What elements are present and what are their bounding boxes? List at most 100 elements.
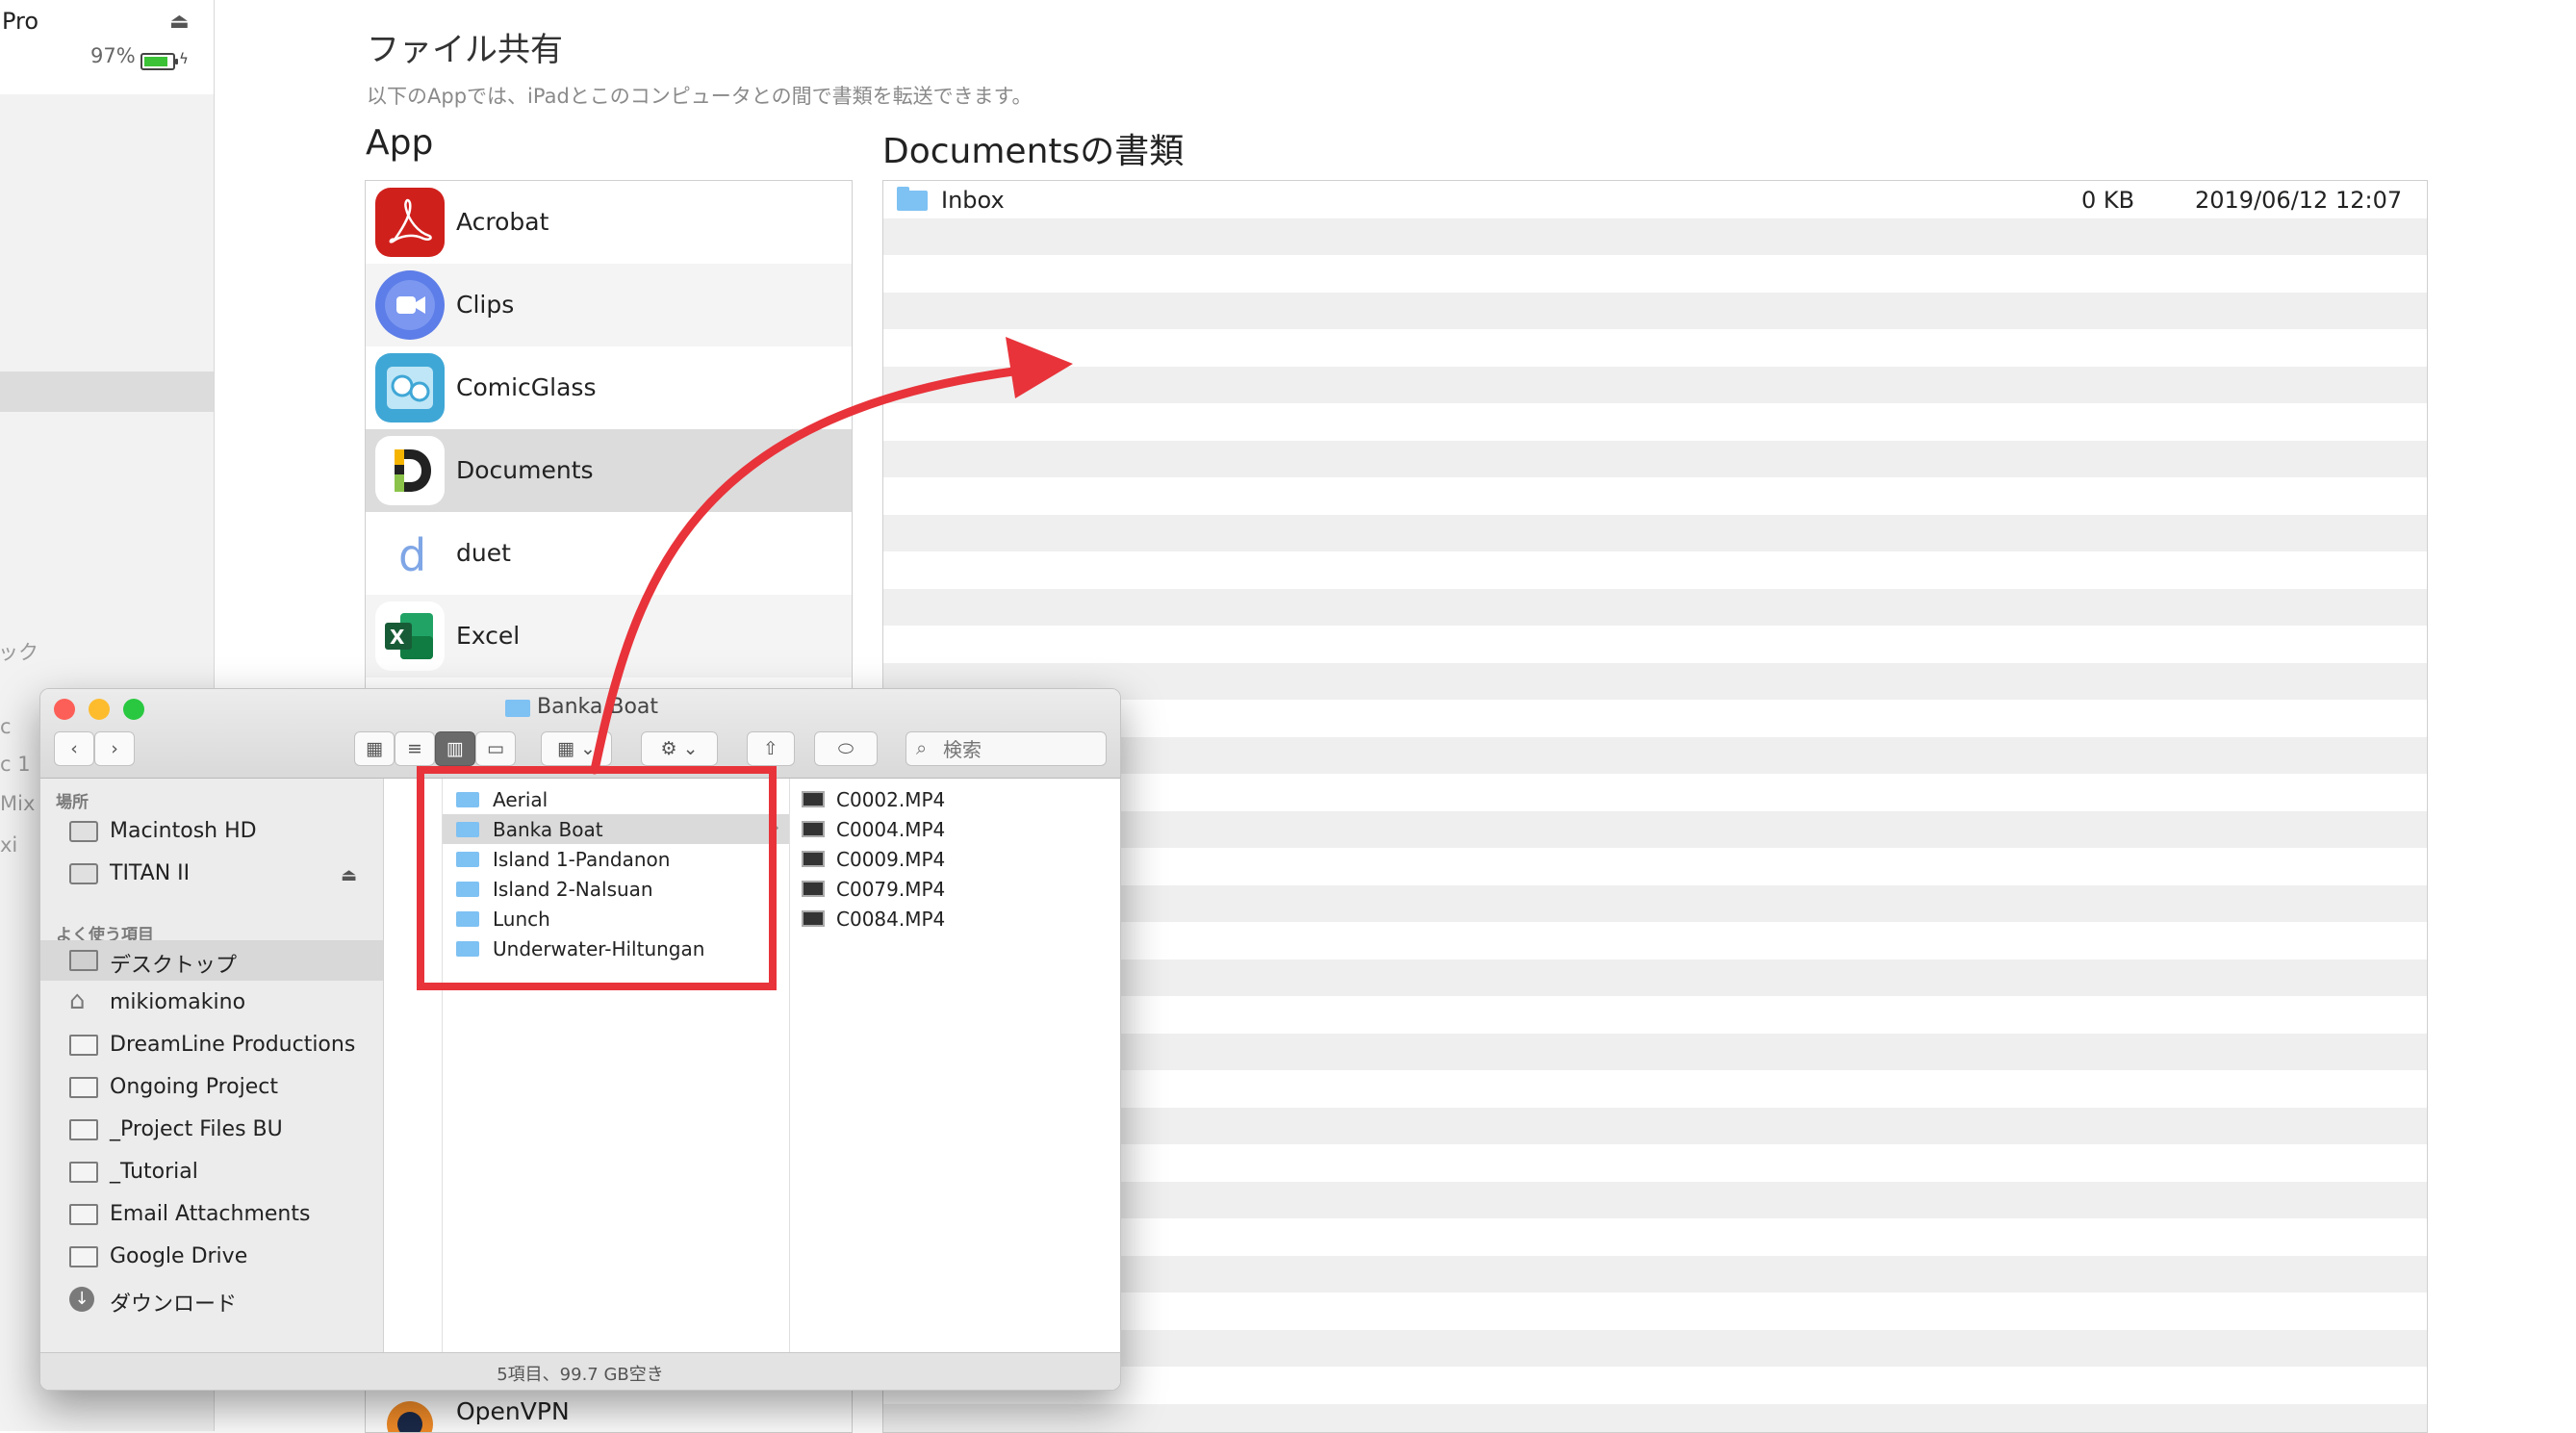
video-file-icon <box>802 791 825 807</box>
page-title: ファイル共有 <box>367 31 563 69</box>
device-name[interactable]: Pro <box>2 8 38 35</box>
file-row[interactable]: C0009.MP4 <box>790 844 1120 874</box>
list-view-button[interactable]: ≡ <box>395 731 435 766</box>
eject-icon[interactable]: ⏏ <box>341 865 357 885</box>
folder-label: Island 2-Nalsuan <box>493 878 653 901</box>
file-row[interactable]: C0079.MP4 <box>790 874 1120 904</box>
sidebar-item-ongoing-project[interactable]: Ongoing Project <box>40 1067 383 1108</box>
sidebar-item-titan-ii[interactable]: TITAN II ⏏ <box>40 854 383 894</box>
document-name: Inbox <box>941 187 1005 214</box>
comicglass-icon <box>375 353 445 422</box>
sidebar-item-label: mikiomakino <box>110 990 246 1014</box>
folder-label: Lunch <box>493 908 550 931</box>
folder-row-island-1[interactable]: Island 1-Pandanon <box>443 844 789 874</box>
file-label: C0004.MP4 <box>836 818 946 841</box>
search-input[interactable] <box>941 735 1104 764</box>
battery-percent: 97% <box>90 44 136 67</box>
sidebar-item-fragment[interactable]: ック <box>0 637 38 666</box>
gallery-view-button[interactable]: ▭ <box>475 731 516 766</box>
document-size: 0 KB <box>2081 187 2135 214</box>
eject-icon[interactable]: ⏏ <box>169 10 190 34</box>
finder-column-folders: Aerial Banka Boat › Island 1-Pandanon Is… <box>443 779 790 1352</box>
home-icon: ⌂ <box>69 986 86 1015</box>
sidebar-item-google-drive[interactable]: Google Drive <box>40 1237 383 1277</box>
folder-row-banka-boat[interactable]: Banka Boat › <box>443 814 789 844</box>
share-button[interactable]: ⇧ <box>747 731 795 766</box>
sidebar-item-macintosh-hd[interactable]: Macintosh HD <box>40 811 383 852</box>
file-row[interactable]: C0084.MP4 <box>790 904 1120 934</box>
openvpn-icon <box>375 1390 445 1432</box>
document-date: 2019/06/12 12:07 <box>2195 187 2403 214</box>
sidebar-item-fragment[interactable]: Mix <box>0 792 35 815</box>
folder-icon <box>456 822 479 837</box>
file-label: C0079.MP4 <box>836 878 946 901</box>
sidebar-item-downloads[interactable]: ↓ ダウンロード <box>40 1279 383 1319</box>
app-row-comicglass[interactable]: ComicGlass <box>366 346 852 429</box>
app-label: Documents <box>456 456 594 484</box>
chevron-right-icon: › <box>773 818 779 836</box>
sidebar-item-desktop[interactable]: デスクトップ <box>40 940 383 981</box>
action-button[interactable]: ⚙ ⌄ <box>641 731 718 766</box>
folder-icon <box>505 700 530 717</box>
sidebar-item-label: _Tutorial <box>110 1160 198 1184</box>
acrobat-icon <box>375 188 445 257</box>
tag-button[interactable]: ⬭ <box>814 731 878 766</box>
file-row[interactable]: C0002.MP4 <box>790 784 1120 814</box>
sidebar-item-label: デスクトップ <box>110 954 238 978</box>
excel-icon: X <box>375 601 445 671</box>
folder-icon <box>69 1162 98 1183</box>
icon-view-button[interactable]: ▦ <box>354 731 395 766</box>
duet-icon: d <box>375 519 445 588</box>
sidebar-item-fragment[interactable]: c <box>0 715 12 738</box>
clips-icon <box>375 270 445 340</box>
sidebar-item-email-attachments[interactable]: Email Attachments <box>40 1194 383 1235</box>
close-button[interactable] <box>54 699 75 720</box>
finder-sidebar: 場所 Macintosh HD TITAN II ⏏ よく使う項目 デスクトップ… <box>40 779 384 1352</box>
battery-icon <box>140 53 178 70</box>
forward-button[interactable]: › <box>94 731 135 766</box>
column-view-button[interactable]: ▥ <box>435 731 475 766</box>
app-row-excel[interactable]: X Excel <box>366 595 852 678</box>
search-icon: ⌕ <box>916 736 928 759</box>
back-button[interactable]: ‹ <box>54 731 94 766</box>
video-file-icon <box>802 910 825 927</box>
app-row-clips[interactable]: Clips <box>366 264 852 346</box>
file-row[interactable]: C0004.MP4 <box>790 814 1120 844</box>
sidebar-item-fragment[interactable]: c 1 <box>0 753 31 776</box>
document-row[interactable]: Inbox 0 KB 2019/06/12 12:07 <box>883 181 2427 218</box>
finder-toolbar: Banka Boat ‹ › ▦ ≡ ▥ ▭ ▦ ⌄ ⚙ ⌄ ⇧ ⬭ ⌕ <box>40 689 1120 779</box>
file-label: C0084.MP4 <box>836 908 946 931</box>
folder-label: Banka Boat <box>493 818 603 841</box>
search-field[interactable]: ⌕ <box>905 731 1107 766</box>
sidebar-item-label: Email Attachments <box>110 1202 311 1226</box>
sidebar-selected-item[interactable] <box>0 371 214 412</box>
finder-column-parent[interactable] <box>384 779 443 1352</box>
finder-window: Banka Boat ‹ › ▦ ≡ ▥ ▭ ▦ ⌄ ⚙ ⌄ ⇧ ⬭ ⌕ 場所 … <box>39 688 1121 1391</box>
window-title: Banka Boat <box>537 695 659 719</box>
sidebar-item-label: DreamLine Productions <box>110 1033 356 1057</box>
sidebar-item-tutorial[interactable]: _Tutorial <box>40 1152 383 1192</box>
folder-row-underwater[interactable]: Underwater-Hiltungan <box>443 934 789 963</box>
folder-row-lunch[interactable]: Lunch <box>443 904 789 934</box>
folder-row-island-2[interactable]: Island 2-Nalsuan <box>443 874 789 904</box>
folder-row-aerial[interactable]: Aerial <box>443 784 789 814</box>
sidebar-item-label: Ongoing Project <box>110 1075 278 1099</box>
app-row-acrobat[interactable]: Acrobat <box>366 181 852 264</box>
app-label: Clips <box>456 291 515 319</box>
app-row-documents[interactable]: Documents <box>366 429 852 512</box>
download-icon: ↓ <box>69 1287 94 1312</box>
sidebar-item-project-files-bu[interactable]: _Project Files BU <box>40 1110 383 1150</box>
app-row-duet[interactable]: d duet <box>366 512 852 595</box>
svg-text:X: X <box>390 626 405 649</box>
sidebar-item-label: Google Drive <box>110 1244 248 1268</box>
apps-column-header: App <box>366 123 434 163</box>
folder-icon <box>69 1204 98 1225</box>
minimize-button[interactable] <box>89 699 110 720</box>
sidebar-item-dreamline-productions[interactable]: DreamLine Productions <box>40 1025 383 1065</box>
sidebar-item-home[interactable]: ⌂ mikiomakino <box>40 983 383 1023</box>
group-button[interactable]: ▦ ⌄ <box>541 731 612 766</box>
app-label: Acrobat <box>456 208 549 236</box>
sidebar-item-fragment[interactable]: xi <box>0 833 17 857</box>
zoom-button[interactable] <box>123 699 144 720</box>
places-header: 場所 <box>56 793 89 812</box>
